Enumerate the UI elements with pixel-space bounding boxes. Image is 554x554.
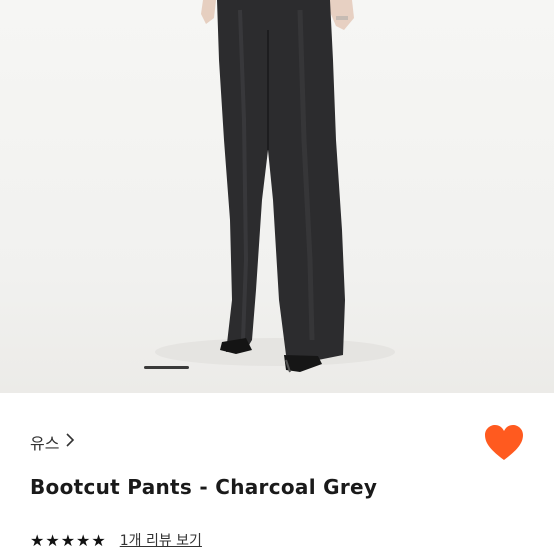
product-title: Bootcut Pants - Charcoal Grey <box>30 475 378 499</box>
star-icon: ★ <box>76 530 91 550</box>
star-icon: ★ <box>30 530 45 550</box>
brand-name: 유스 <box>30 434 60 453</box>
carousel-indicator-active[interactable] <box>144 366 189 369</box>
star-icon: ★ <box>45 530 60 550</box>
star-icon: ★ <box>60 530 76 550</box>
rating-row: ★ ★ ★ ★ ★ 1개 리뷰 보기 <box>30 530 202 550</box>
heart-icon <box>485 425 523 460</box>
review-link[interactable]: 1개 리뷰 보기 <box>120 530 202 550</box>
star-rating: ★ ★ ★ ★ ★ <box>30 531 106 550</box>
product-image-carousel[interactable] <box>0 0 554 393</box>
wishlist-button[interactable] <box>484 424 524 462</box>
carousel-pager <box>0 366 554 370</box>
star-icon: ★ <box>91 530 106 550</box>
brand-link[interactable]: 유스 <box>30 430 75 454</box>
product-image <box>155 0 395 373</box>
chevron-right-icon <box>65 433 75 451</box>
